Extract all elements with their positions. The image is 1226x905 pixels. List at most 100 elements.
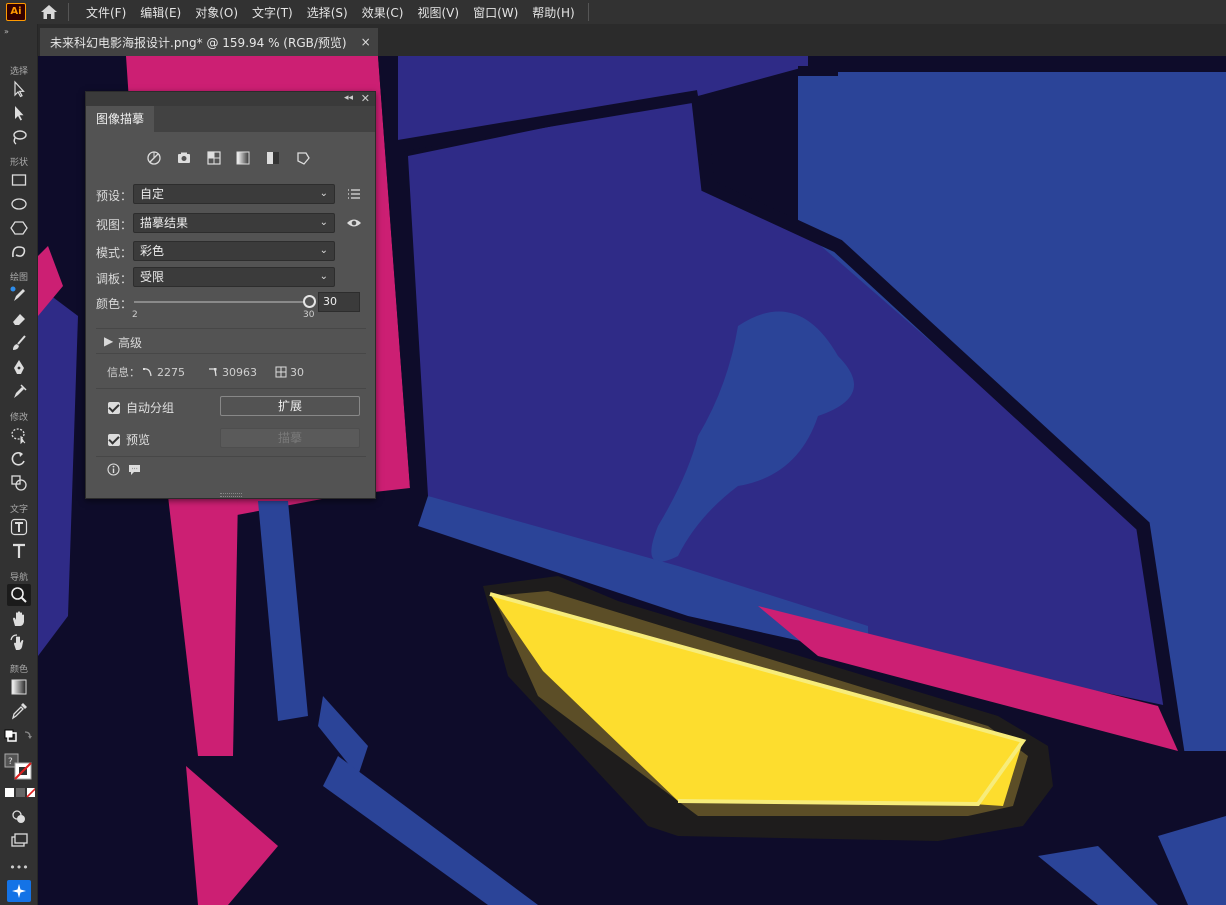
info-colors-value: 30 bbox=[290, 365, 304, 379]
high-color-icon[interactable] bbox=[176, 150, 192, 166]
menu-type[interactable]: 文字(T) bbox=[245, 4, 300, 21]
menu-select[interactable]: 选择(S) bbox=[300, 4, 355, 21]
type-tool-icon[interactable] bbox=[7, 540, 31, 562]
shaper-tool-icon[interactable] bbox=[7, 241, 31, 263]
mode-select[interactable]: 彩色 ⌄ bbox=[133, 241, 335, 261]
trace-preset-buttons bbox=[146, 148, 311, 168]
colors-input[interactable]: 30 bbox=[318, 292, 360, 312]
shape-builder-icon[interactable] bbox=[7, 472, 31, 494]
view-row: 视图： 描摹结果 ⌄ bbox=[96, 213, 366, 235]
more-tools-icon[interactable]: ••• bbox=[7, 856, 31, 878]
preset-list-icon[interactable] bbox=[346, 186, 362, 202]
document-tab-bar: 未来科幻电影海报设计.png* @ 159.94 % (RGB/预览) × bbox=[38, 24, 1226, 56]
paintbrush-tool-icon[interactable] bbox=[7, 332, 31, 354]
auto-group-label: 自动分组 bbox=[126, 401, 175, 415]
menu-file[interactable]: 文件(F) bbox=[79, 4, 133, 21]
pen-tool-icon[interactable] bbox=[7, 356, 31, 378]
close-panel-icon[interactable]: ✕ bbox=[361, 92, 370, 105]
info-anchors-value: 30963 bbox=[222, 365, 257, 379]
touch-type-icon[interactable] bbox=[7, 516, 31, 538]
expand-button[interactable]: 扩展 bbox=[220, 396, 360, 416]
svg-text:?: ? bbox=[8, 757, 13, 767]
checkbox-checked-icon[interactable] bbox=[108, 433, 120, 446]
colors-slider-track[interactable] bbox=[134, 301, 312, 303]
gradient-tool-icon[interactable] bbox=[7, 676, 31, 698]
advanced-toggle[interactable]: ▶ 高级 bbox=[104, 331, 304, 351]
auto-color-icon[interactable] bbox=[146, 150, 162, 166]
collapse-panel-icon[interactable]: ◂◂ bbox=[344, 93, 353, 103]
pencil-tool-icon[interactable] bbox=[7, 284, 31, 306]
menu-bar: Ai 文件(F) 编辑(E) 对象(O) 文字(T) 选择(S) 效果(C) 视… bbox=[0, 0, 1226, 24]
color-mode-icon[interactable] bbox=[3, 782, 35, 804]
default-fill-stroke-icon[interactable] bbox=[3, 726, 35, 748]
preset-select[interactable]: 自定 ⌄ bbox=[133, 184, 335, 204]
menu-object[interactable]: 对象(O) bbox=[188, 4, 245, 21]
screen-mode-icon[interactable] bbox=[7, 830, 31, 852]
anchor-tool-icon[interactable] bbox=[7, 380, 31, 402]
puppet-warp-icon[interactable] bbox=[7, 424, 31, 446]
fill-stroke-swatch-icon[interactable]: ? bbox=[3, 752, 35, 782]
mode-value: 彩色 bbox=[140, 244, 165, 258]
info-paths-value: 2275 bbox=[157, 365, 185, 379]
chevron-down-icon: ⌄ bbox=[319, 245, 328, 256]
preset-label: 预设： bbox=[96, 189, 133, 203]
illustrator-window: Ai 文件(F) 编辑(E) 对象(O) 文字(T) 选择(S) 效果(C) 视… bbox=[0, 0, 1226, 905]
menu-view[interactable]: 视图(V) bbox=[410, 4, 466, 21]
lasso-tool-icon[interactable] bbox=[7, 126, 31, 148]
black-white-icon[interactable] bbox=[265, 150, 281, 166]
divider bbox=[96, 388, 366, 389]
rotate-view-icon[interactable] bbox=[7, 632, 31, 654]
panel-tab-row: 图像描摹 bbox=[86, 106, 375, 132]
auto-group-checkbox[interactable]: 自动分组 bbox=[108, 399, 174, 416]
panel-footer-icons bbox=[107, 463, 141, 476]
chevron-down-icon: ⌄ bbox=[319, 271, 328, 282]
tab-image-trace[interactable]: 图像描摹 bbox=[86, 106, 154, 132]
zoom-tool-icon[interactable] bbox=[7, 584, 31, 606]
eyedropper-tool-icon[interactable] bbox=[7, 700, 31, 722]
preset-row: 预设： 自定 ⌄ bbox=[96, 184, 366, 206]
menu-effect[interactable]: 效果(C) bbox=[355, 4, 411, 21]
rotate-tool-icon[interactable] bbox=[7, 448, 31, 470]
panel-resize-grip[interactable] bbox=[220, 493, 242, 497]
palette-select[interactable]: 受限 ⌄ bbox=[133, 267, 335, 287]
collapse-toolbar-icon[interactable]: » bbox=[4, 27, 9, 36]
document-tab[interactable]: 未来科幻电影海报设计.png* @ 159.94 % (RGB/预览) × bbox=[40, 28, 378, 56]
info-colors: 30 bbox=[275, 366, 304, 379]
view-label: 视图： bbox=[96, 218, 133, 232]
preview-checkbox[interactable]: 预览 bbox=[108, 431, 150, 448]
hand-tool-icon[interactable] bbox=[7, 608, 31, 630]
mode-row: 模式： 彩色 ⌄ bbox=[96, 241, 366, 263]
draw-mode-icon[interactable] bbox=[7, 806, 31, 828]
low-color-icon[interactable] bbox=[206, 150, 222, 166]
direct-selection-tool-icon[interactable] bbox=[7, 102, 31, 124]
menu-edit[interactable]: 编辑(E) bbox=[133, 4, 188, 21]
ellipse-tool-icon[interactable] bbox=[7, 193, 31, 215]
eraser-tool-icon[interactable] bbox=[7, 308, 31, 330]
selection-tool-icon[interactable] bbox=[7, 78, 31, 100]
panel-titlebar[interactable]: ◂◂ ✕ bbox=[86, 92, 375, 106]
home-icon[interactable] bbox=[38, 2, 60, 22]
info-label: 信息： bbox=[107, 366, 140, 379]
outline-icon[interactable] bbox=[295, 150, 311, 166]
colors-slider-thumb[interactable] bbox=[303, 295, 316, 308]
rectangle-tool-icon[interactable] bbox=[7, 169, 31, 191]
close-document-icon[interactable]: × bbox=[361, 35, 371, 49]
menu-window[interactable]: 窗口(W) bbox=[466, 4, 525, 21]
section-shape-label: 形状 bbox=[9, 158, 28, 168]
view-select[interactable]: 描摹结果 ⌄ bbox=[133, 213, 335, 233]
feedback-icon[interactable] bbox=[128, 463, 141, 476]
checkbox-checked-icon[interactable] bbox=[108, 401, 120, 414]
trace-button[interactable]: 描摹 bbox=[220, 428, 360, 448]
grayscale-icon[interactable] bbox=[235, 150, 251, 166]
preview-label: 预览 bbox=[126, 433, 151, 447]
menu-help[interactable]: 帮助(H) bbox=[525, 4, 581, 21]
eye-icon[interactable] bbox=[346, 215, 362, 231]
generative-ai-icon[interactable] bbox=[7, 880, 31, 902]
palette-row: 调板： 受限 ⌄ bbox=[96, 267, 366, 289]
polygon-tool-icon[interactable] bbox=[7, 217, 31, 239]
info-anchors: 30963 bbox=[207, 366, 257, 379]
section-type-label: 文字 bbox=[9, 505, 28, 515]
section-color-label: 颜色 bbox=[9, 665, 28, 675]
menu-divider bbox=[68, 3, 69, 21]
info-icon[interactable] bbox=[107, 463, 120, 476]
